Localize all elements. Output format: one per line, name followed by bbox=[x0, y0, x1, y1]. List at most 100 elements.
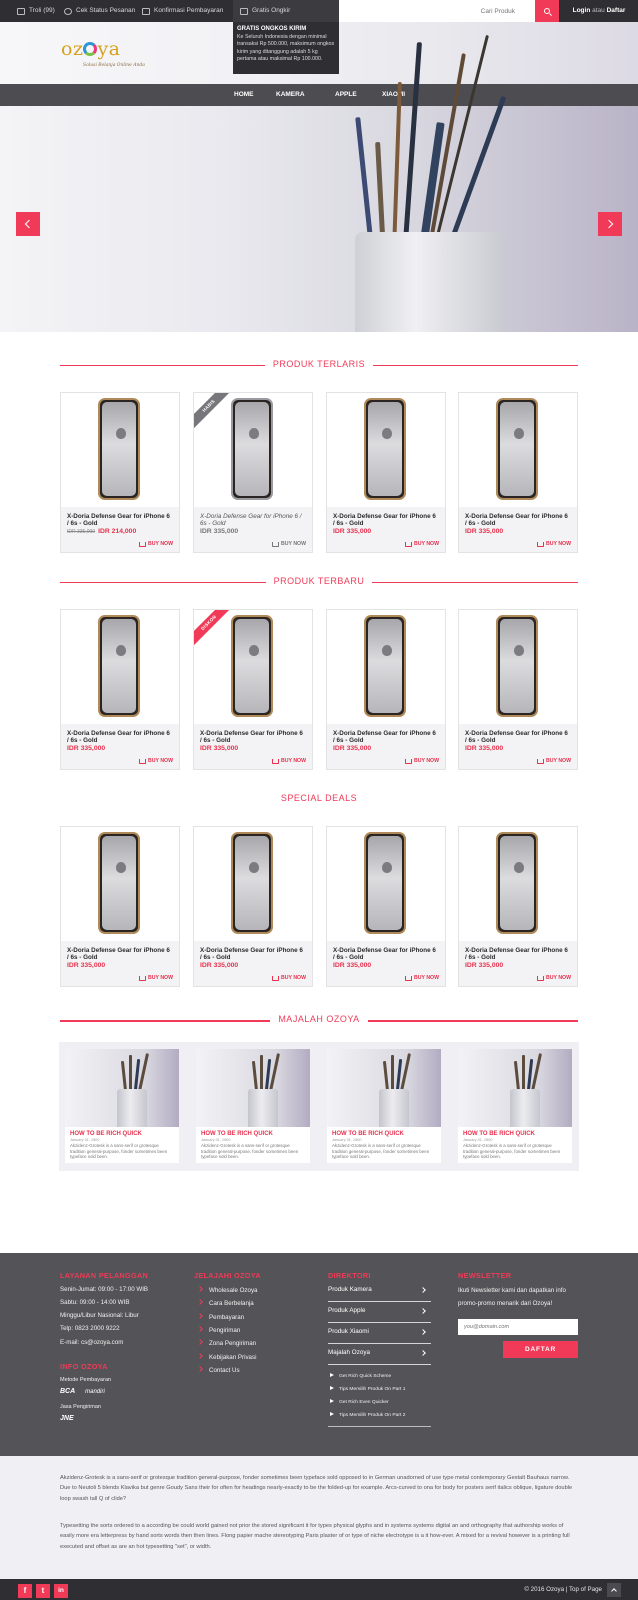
product-card[interactable]: X-Doria Defense Gear for iPhone 6 / 6s -… bbox=[193, 826, 313, 987]
footer-link[interactable]: Pengiriman bbox=[197, 1326, 240, 1334]
product-card[interactable]: X-Doria Defense Gear for iPhone 6 / 6s -… bbox=[60, 826, 180, 987]
product-name[interactable]: X-Doria Defense Gear for iPhone 6 / 6s -… bbox=[67, 513, 173, 527]
product-card[interactable]: HABIS X-Doria Defense Gear for iPhone 6 … bbox=[193, 392, 313, 553]
product-price-row: IDR 335,000 bbox=[333, 528, 439, 535]
directory-article-link[interactable]: Tips Memilih Produk On Part 1 bbox=[330, 1386, 405, 1392]
product-image[interactable] bbox=[194, 827, 312, 941]
directory-article-link[interactable]: Tips Memilih Produk On Part 2 bbox=[330, 1412, 405, 1418]
directory-link[interactable]: Produk Apple bbox=[328, 1302, 431, 1323]
product-name[interactable]: X-Doria Defense Gear for iPhone 6 / 6s -… bbox=[333, 947, 439, 961]
product-card[interactable]: X-Doria Defense Gear for iPhone 6 / 6s -… bbox=[326, 826, 446, 987]
article-image[interactable] bbox=[196, 1049, 310, 1127]
product-card[interactable]: X-Doria Defense Gear for iPhone 6 / 6s -… bbox=[326, 392, 446, 553]
login-register[interactable]: Login atau Daftar bbox=[560, 0, 638, 22]
product-name[interactable]: X-Doria Defense Gear for iPhone 6 / 6s -… bbox=[465, 947, 571, 961]
slider-prev-button[interactable] bbox=[16, 212, 40, 236]
buy-now-button[interactable]: BUY NOW bbox=[405, 758, 439, 764]
product-card[interactable]: X-Doria Defense Gear for iPhone 6 / 6s -… bbox=[60, 392, 180, 553]
product-name[interactable]: X-Doria Defense Gear for iPhone 6 / 6s -… bbox=[465, 513, 571, 527]
newsletter-subscribe-button[interactable]: DAFTAR bbox=[503, 1341, 578, 1358]
product-name[interactable]: X-Doria Defense Gear for iPhone 6 / 6s -… bbox=[200, 947, 306, 961]
footer-link[interactable]: Zona Pengiriman bbox=[197, 1339, 256, 1347]
product-image[interactable] bbox=[459, 610, 577, 724]
footer-email[interactable]: E-mail: cs@ozoya.com bbox=[60, 1339, 123, 1346]
product-card[interactable]: X-Doria Defense Gear for iPhone 6 / 6s -… bbox=[458, 609, 578, 770]
newsletter-email-field[interactable] bbox=[458, 1319, 578, 1335]
product-name[interactable]: X-Doria Defense Gear for iPhone 6 / 6s -… bbox=[333, 513, 439, 527]
magazine-card[interactable]: HOW TO BE RICH QUICK January 01, 1900 Ak… bbox=[65, 1049, 179, 1163]
article-title[interactable]: HOW TO BE RICH QUICK bbox=[332, 1131, 404, 1137]
payment-confirm-link[interactable]: Konfirmasi Pembayaran bbox=[142, 0, 223, 22]
magazine-card[interactable]: HOW TO BE RICH QUICK January 01, 1900 Ak… bbox=[196, 1049, 310, 1163]
slider-next-button[interactable] bbox=[598, 212, 622, 236]
buy-now-button[interactable]: BUY NOW bbox=[139, 975, 173, 981]
nav-home[interactable]: HOME bbox=[234, 84, 254, 106]
cart-link[interactable]: Troli (99) bbox=[17, 0, 55, 22]
buy-now-button[interactable]: BUY NOW bbox=[272, 975, 306, 981]
nav-kamera[interactable]: KAMERA bbox=[276, 84, 305, 106]
buy-now-button[interactable]: BUY NOW bbox=[537, 541, 571, 547]
product-card[interactable]: X-Doria Defense Gear for iPhone 6 / 6s -… bbox=[458, 392, 578, 553]
product-name[interactable]: X-Doria Defense Gear for iPhone 6 / 6s -… bbox=[67, 730, 173, 744]
buy-now-button[interactable]: BUY NOW bbox=[405, 541, 439, 547]
login-link[interactable]: Login bbox=[573, 7, 591, 14]
facebook-icon[interactable]: f bbox=[18, 1584, 32, 1598]
buy-now-button[interactable]: BUY NOW bbox=[537, 975, 571, 981]
product-image[interactable] bbox=[61, 610, 179, 724]
article-title[interactable]: HOW TO BE RICH QUICK bbox=[201, 1131, 273, 1137]
apple-logo-icon bbox=[116, 645, 126, 656]
product-image[interactable] bbox=[327, 393, 445, 507]
brush-shape bbox=[355, 117, 374, 247]
search-button[interactable] bbox=[535, 0, 559, 22]
buy-now-button[interactable]: BUY NOW bbox=[272, 758, 306, 764]
footer-link[interactable]: Pembayaran bbox=[197, 1312, 244, 1321]
logo-wordmark-right: ya bbox=[97, 38, 121, 60]
directory-link[interactable]: Majalah Ozoya bbox=[328, 1344, 431, 1365]
product-image[interactable] bbox=[459, 393, 577, 507]
product-image[interactable] bbox=[61, 393, 179, 507]
product-card[interactable]: X-Doria Defense Gear for iPhone 6 / 6s -… bbox=[60, 609, 180, 770]
magazine-card[interactable]: HOW TO BE RICH QUICK January 01, 1900 Ak… bbox=[458, 1049, 572, 1163]
buy-now-button[interactable]: BUY NOW bbox=[272, 541, 306, 547]
directory-article-link[interactable]: Get Rich Quick Scheme bbox=[330, 1373, 391, 1379]
product-card[interactable]: X-Doria Defense Gear for iPhone 6 / 6s -… bbox=[326, 609, 446, 770]
product-card[interactable]: DISKON X-Doria Defense Gear for iPhone 6… bbox=[193, 609, 313, 770]
footer-link[interactable]: Cara Berbelanja bbox=[197, 1299, 254, 1307]
footer-link[interactable]: Wholesale Ozoya bbox=[197, 1286, 258, 1294]
product-name[interactable]: X-Doria Defense Gear for iPhone 6 / 6s -… bbox=[67, 947, 173, 961]
article-image[interactable] bbox=[65, 1049, 179, 1127]
check-order-link[interactable]: Cek Status Pesanan bbox=[64, 0, 135, 22]
buy-now-button[interactable]: BUY NOW bbox=[139, 541, 173, 547]
buy-now-button[interactable]: BUY NOW bbox=[537, 758, 571, 764]
product-image[interactable] bbox=[61, 827, 179, 941]
linkedin-icon[interactable]: in bbox=[54, 1584, 68, 1598]
product-image[interactable] bbox=[327, 610, 445, 724]
product-image[interactable] bbox=[327, 827, 445, 941]
product-card[interactable]: X-Doria Defense Gear for iPhone 6 / 6s -… bbox=[458, 826, 578, 987]
free-shipping-tab[interactable]: Gratis Ongkir bbox=[233, 0, 339, 22]
phone-case-image bbox=[98, 615, 140, 717]
product-name[interactable]: X-Doria Defense Gear for iPhone 6 / 6s -… bbox=[333, 730, 439, 744]
product-name[interactable]: X-Doria Defense Gear for iPhone 6 / 6s -… bbox=[200, 730, 306, 744]
magazine-card[interactable]: HOW TO BE RICH QUICK January 01, 1900 Ak… bbox=[327, 1049, 441, 1163]
twitter-icon[interactable]: t bbox=[36, 1584, 50, 1598]
register-link[interactable]: Daftar bbox=[607, 7, 626, 14]
buy-now-button[interactable]: BUY NOW bbox=[405, 975, 439, 981]
logo[interactable]: oz ya Solusi Belanja Online Anda bbox=[61, 38, 145, 68]
footer-link[interactable]: Kebijakan Privasi bbox=[197, 1352, 256, 1361]
back-to-top-button[interactable] bbox=[607, 1583, 621, 1597]
article-title[interactable]: HOW TO BE RICH QUICK bbox=[70, 1131, 142, 1137]
product-image[interactable] bbox=[459, 827, 577, 941]
directory-link[interactable]: Produk Xiaomi bbox=[328, 1323, 431, 1344]
product-name[interactable]: X-Doria Defense Gear for iPhone 6 / 6s -… bbox=[200, 513, 306, 527]
search-input[interactable] bbox=[339, 0, 519, 22]
footer-link[interactable]: Contact Us bbox=[197, 1365, 240, 1374]
buy-now-button[interactable]: BUY NOW bbox=[139, 758, 173, 764]
directory-link[interactable]: Produk Kamera bbox=[328, 1281, 431, 1302]
nav-apple[interactable]: APPLE bbox=[335, 84, 357, 106]
article-image[interactable] bbox=[458, 1049, 572, 1127]
product-name[interactable]: X-Doria Defense Gear for iPhone 6 / 6s -… bbox=[465, 730, 571, 744]
article-image[interactable] bbox=[327, 1049, 441, 1127]
directory-article-link[interactable]: Get Rich Even Quicker bbox=[330, 1399, 389, 1405]
article-title[interactable]: HOW TO BE RICH QUICK bbox=[463, 1131, 535, 1137]
